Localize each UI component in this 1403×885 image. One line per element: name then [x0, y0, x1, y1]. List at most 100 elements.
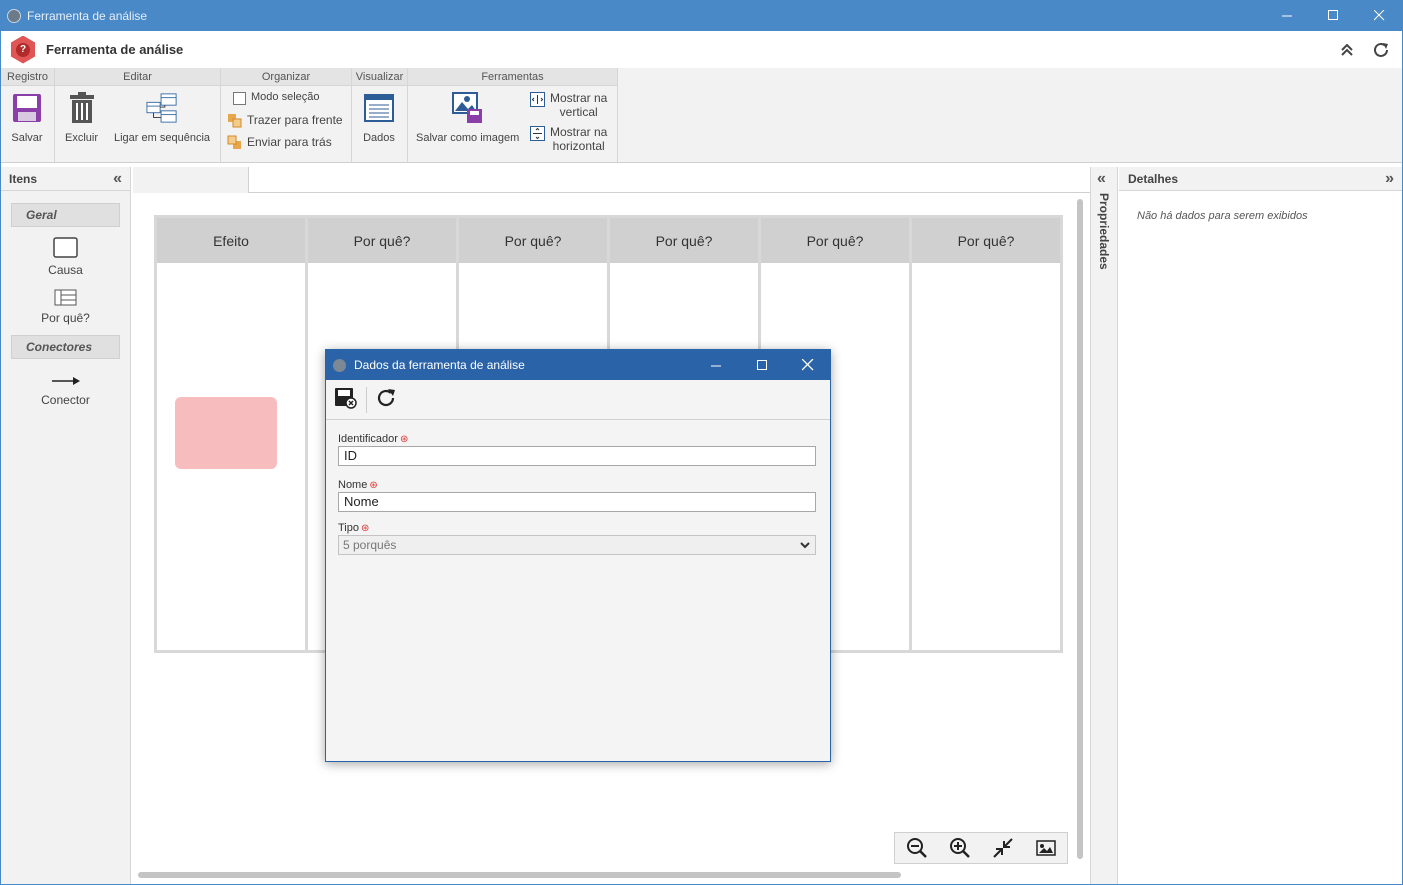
details-panel-title: Detalhes	[1128, 171, 1179, 186]
save-label: Salvar	[11, 132, 43, 144]
horizontal-scrollbar[interactable]	[138, 872, 901, 878]
window-title: Ferramenta de análise	[27, 8, 148, 23]
dialog-maximize-button[interactable]	[739, 350, 785, 380]
rectangle-shape-icon	[52, 237, 78, 258]
show-vertical-button[interactable]: Mostrar na vertical	[530, 91, 607, 119]
link-in-sequence-button[interactable]: Ligar em sequência	[114, 92, 210, 144]
column-header: Por quê?	[912, 218, 1060, 263]
compress-icon	[992, 838, 1013, 858]
ribbon-group-visualizar: Visualizar Dados	[352, 68, 408, 162]
link-sequence-icon	[146, 92, 178, 124]
fit-to-screen-button[interactable]	[991, 836, 1015, 860]
dialog-title: Dados da ferramenta de análise	[354, 358, 525, 372]
nome-field[interactable]: Nome	[338, 492, 816, 512]
section-geral[interactable]: Geral	[11, 203, 120, 227]
vertical-layout-icon	[530, 92, 545, 107]
tipo-select[interactable]: 5 porquês	[338, 535, 816, 555]
zoom-out-button[interactable]	[905, 836, 929, 860]
palette-item-porque[interactable]: Por quê?	[1, 289, 130, 325]
refresh-icon	[377, 389, 395, 407]
items-panel: Itens « Geral Causa Por quê? Conectores …	[1, 167, 131, 884]
toolbar-divider	[366, 386, 367, 413]
dialog-title-bar: Dados da ferramenta de análise	[326, 350, 830, 380]
tipo-label: Tipo ⊛	[338, 522, 370, 534]
identificador-field[interactable]: ID	[338, 446, 816, 466]
save-icon	[11, 92, 43, 124]
required-icon: ⊛	[399, 434, 409, 445]
maximize-button[interactable]	[1310, 0, 1356, 31]
empty-state-text: Não há dados para serem exibidos	[1137, 210, 1308, 222]
show-vertical-label-2: vertical	[559, 105, 598, 119]
show-vertical-label-1: Mostrar na	[550, 91, 608, 105]
link-in-sequence-label: Ligar em sequência	[114, 132, 211, 144]
column-header: Efeito	[157, 218, 305, 263]
selection-mode-checkbox[interactable]: Modo seleção	[233, 91, 320, 105]
ribbon-group-label: Registro	[1, 68, 54, 86]
double-chevron-up-icon	[1341, 44, 1353, 56]
delete-button[interactable]: Excluir	[65, 92, 98, 144]
app-header: ? Ferramenta de análise	[1, 31, 1402, 68]
vertical-scrollbar[interactable]	[1077, 199, 1083, 859]
close-icon	[802, 359, 814, 371]
zoom-in-icon	[949, 838, 970, 858]
collapse-header-button[interactable]	[1336, 39, 1358, 61]
minimize-icon	[1281, 15, 1292, 17]
ribbon-group-label: Visualizar	[352, 68, 407, 86]
details-panel: Detalhes » Não há dados para serem exibi…	[1119, 167, 1402, 884]
send-to-back-icon	[227, 135, 242, 150]
save-as-image-label: Salvar como imagem	[416, 132, 520, 144]
bring-to-front-button[interactable]: Trazer para frente	[227, 113, 343, 128]
diagram-tab[interactable]	[133, 167, 249, 193]
ribbon-group-registro: Registro Salvar	[1, 68, 55, 162]
horizontal-layout-icon	[530, 126, 545, 141]
items-panel-header: Itens «	[1, 167, 130, 191]
expand-properties-icon[interactable]: «	[1097, 170, 1106, 188]
diagram-tabstrip	[133, 167, 1090, 193]
dialog-refresh-button[interactable]	[375, 387, 397, 412]
collapse-left-icon[interactable]: «	[113, 170, 122, 188]
trash-icon	[66, 92, 98, 124]
dialog-close-button[interactable]	[785, 350, 831, 380]
bring-to-front-label: Trazer para frente	[247, 113, 343, 127]
show-horizontal-button[interactable]: Mostrar na horizontal	[530, 125, 607, 153]
save-and-close-button[interactable]	[334, 387, 358, 412]
palette-item-causa[interactable]: Causa	[1, 237, 130, 277]
window-title-bar: Ferramenta de análise	[0, 0, 1403, 31]
required-icon: ⊛	[361, 523, 370, 534]
send-to-back-button[interactable]: Enviar para trás	[227, 135, 332, 150]
dialog-minimize-button[interactable]	[693, 350, 739, 380]
effect-shape[interactable]	[175, 397, 277, 469]
show-horizontal-label-2: horizontal	[552, 139, 605, 153]
dialog-app-icon	[333, 358, 346, 372]
save-as-image-button[interactable]: Salvar como imagem	[416, 92, 519, 144]
delete-label: Excluir	[65, 132, 99, 144]
refresh-icon	[1374, 42, 1388, 57]
export-image-button[interactable]	[1034, 836, 1058, 860]
required-icon: ⊛	[369, 480, 378, 491]
palette-item-conector[interactable]: Conector	[1, 375, 130, 407]
zoom-in-button[interactable]	[948, 836, 972, 860]
collapse-right-icon[interactable]: »	[1385, 170, 1394, 188]
chevron-down-icon	[799, 538, 811, 556]
palette-item-label: Conector	[41, 393, 90, 407]
dialog-toolbar	[326, 380, 830, 420]
properties-strip[interactable]: « Propriedades	[1090, 167, 1118, 884]
properties-label[interactable]: Propriedades	[1097, 193, 1111, 270]
minimize-button[interactable]	[1264, 0, 1310, 31]
section-conectores[interactable]: Conectores	[11, 335, 120, 359]
arrow-right-icon	[51, 377, 80, 385]
close-button[interactable]	[1356, 0, 1402, 31]
show-horizontal-label-1: Mostrar na	[550, 125, 608, 139]
selection-mode-label: Modo seleção	[251, 91, 320, 103]
data-button[interactable]: Dados	[363, 92, 395, 144]
page-title: Ferramenta de análise	[46, 42, 184, 57]
maximize-icon	[756, 359, 767, 370]
column-header: Por quê?	[308, 218, 456, 263]
analysis-tool-logo-icon: ?	[10, 35, 36, 64]
save-button[interactable]: Salvar	[11, 92, 43, 144]
send-to-back-label: Enviar para trás	[247, 135, 332, 149]
refresh-button[interactable]	[1370, 39, 1392, 61]
column-porque-5[interactable]: Por quê?	[912, 218, 1060, 650]
items-panel-title: Itens	[9, 171, 38, 186]
data-window-icon	[363, 92, 395, 124]
